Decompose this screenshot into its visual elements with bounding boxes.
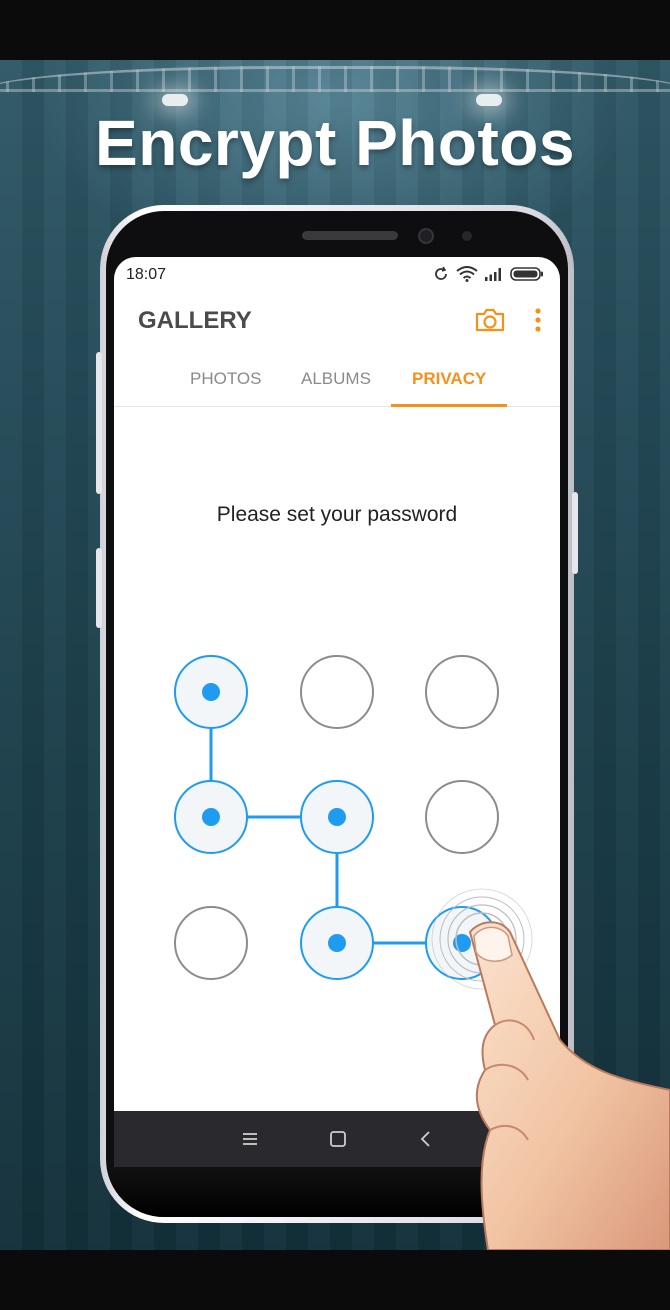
promo-headline: Encrypt Photos xyxy=(95,107,575,179)
pattern-node-2[interactable] xyxy=(300,655,374,729)
menu-icon[interactable] xyxy=(236,1127,264,1151)
phone-body: 18:07 GALLERY PHOTOS ALBUMS PRIVACY Plea… xyxy=(106,211,568,1217)
app-screen: 18:07 GALLERY PHOTOS ALBUMS PRIVACY Plea… xyxy=(114,257,560,1111)
front-sensor xyxy=(462,231,472,241)
top-black-bar xyxy=(0,0,670,60)
front-camera xyxy=(418,228,434,244)
android-nav-bar xyxy=(114,1111,560,1167)
pattern-node-5[interactable] xyxy=(300,780,374,854)
bixby-button xyxy=(96,548,102,628)
pattern-node-3[interactable] xyxy=(425,655,499,729)
volume-button xyxy=(96,352,102,494)
phone-mockup: 18:07 GALLERY PHOTOS ALBUMS PRIVACY Plea… xyxy=(100,205,574,1223)
pattern-lock[interactable] xyxy=(114,257,560,1111)
bottom-black-bar xyxy=(0,1250,670,1310)
phone-speaker xyxy=(302,231,398,240)
pattern-node-4[interactable] xyxy=(174,780,248,854)
chevron-left-icon[interactable] xyxy=(412,1127,440,1151)
pattern-node-8[interactable] xyxy=(300,906,374,980)
phone-chin xyxy=(106,1167,568,1217)
square-icon[interactable] xyxy=(324,1127,352,1151)
spotlight-left xyxy=(162,94,188,106)
promo-background: Encrypt Photos 18:07 GALLERY PHOTOS ALBU… xyxy=(0,60,670,1250)
pattern-node-6[interactable] xyxy=(425,780,499,854)
pattern-node-7[interactable] xyxy=(174,906,248,980)
pattern-node-1[interactable] xyxy=(174,655,248,729)
power-button xyxy=(572,492,578,574)
spotlight-right xyxy=(476,94,502,106)
